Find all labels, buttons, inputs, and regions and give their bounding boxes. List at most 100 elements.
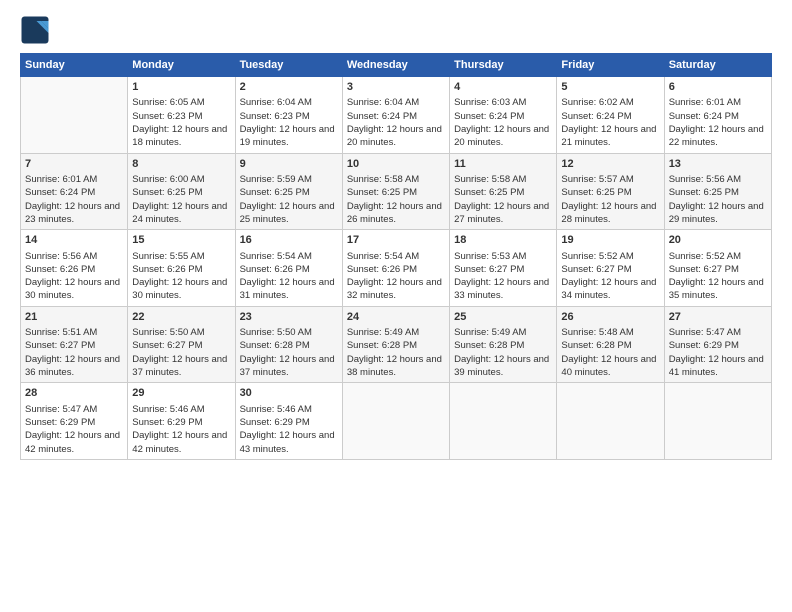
daylight-text: Daylight: 12 hours and 22 minutes. [669, 123, 767, 150]
daylight-text: Daylight: 12 hours and 18 minutes. [132, 123, 230, 150]
day-number: 12 [561, 157, 659, 172]
daylight-text: Daylight: 12 hours and 42 minutes. [25, 429, 123, 456]
sunset-text: Sunset: 6:26 PM [25, 263, 123, 276]
calendar-cell: 21Sunrise: 5:51 AMSunset: 6:27 PMDayligh… [21, 306, 128, 383]
sunset-text: Sunset: 6:29 PM [25, 416, 123, 429]
calendar-cell [21, 77, 128, 154]
day-number: 6 [669, 80, 767, 95]
daylight-text: Daylight: 12 hours and 36 minutes. [25, 353, 123, 380]
day-number: 22 [132, 310, 230, 325]
sunrise-text: Sunrise: 6:01 AM [669, 96, 767, 109]
calendar-table: SundayMondayTuesdayWednesdayThursdayFrid… [20, 53, 772, 460]
week-row-1: 7Sunrise: 6:01 AMSunset: 6:24 PMDaylight… [21, 153, 772, 230]
calendar-header: SundayMondayTuesdayWednesdayThursdayFrid… [21, 54, 772, 77]
sunset-text: Sunset: 6:28 PM [240, 339, 338, 352]
sunrise-text: Sunrise: 5:50 AM [132, 326, 230, 339]
sunset-text: Sunset: 6:28 PM [454, 339, 552, 352]
calendar-cell: 26Sunrise: 5:48 AMSunset: 6:28 PMDayligh… [557, 306, 664, 383]
sunrise-text: Sunrise: 5:58 AM [347, 173, 445, 186]
day-number: 20 [669, 233, 767, 248]
daylight-text: Daylight: 12 hours and 39 minutes. [454, 353, 552, 380]
calendar-cell: 7Sunrise: 6:01 AMSunset: 6:24 PMDaylight… [21, 153, 128, 230]
calendar-cell [342, 383, 449, 460]
sunset-text: Sunset: 6:28 PM [347, 339, 445, 352]
daylight-text: Daylight: 12 hours and 20 minutes. [347, 123, 445, 150]
week-row-2: 14Sunrise: 5:56 AMSunset: 6:26 PMDayligh… [21, 230, 772, 307]
daylight-text: Daylight: 12 hours and 41 minutes. [669, 353, 767, 380]
day-header-monday: Monday [128, 54, 235, 77]
day-header-friday: Friday [557, 54, 664, 77]
day-number: 21 [25, 310, 123, 325]
sunrise-text: Sunrise: 5:55 AM [132, 250, 230, 263]
daylight-text: Daylight: 12 hours and 37 minutes. [132, 353, 230, 380]
calendar-cell: 4Sunrise: 6:03 AMSunset: 6:24 PMDaylight… [450, 77, 557, 154]
calendar-cell: 6Sunrise: 6:01 AMSunset: 6:24 PMDaylight… [664, 77, 771, 154]
calendar-cell: 15Sunrise: 5:55 AMSunset: 6:26 PMDayligh… [128, 230, 235, 307]
calendar-cell: 16Sunrise: 5:54 AMSunset: 6:26 PMDayligh… [235, 230, 342, 307]
sunset-text: Sunset: 6:28 PM [561, 339, 659, 352]
sunrise-text: Sunrise: 5:56 AM [25, 250, 123, 263]
daylight-text: Daylight: 12 hours and 21 minutes. [561, 123, 659, 150]
header [20, 15, 772, 45]
sunrise-text: Sunrise: 5:52 AM [669, 250, 767, 263]
daylight-text: Daylight: 12 hours and 19 minutes. [240, 123, 338, 150]
sunrise-text: Sunrise: 6:04 AM [347, 96, 445, 109]
calendar-body: 1Sunrise: 6:05 AMSunset: 6:23 PMDaylight… [21, 77, 772, 460]
sunrise-text: Sunrise: 5:47 AM [669, 326, 767, 339]
day-number: 7 [25, 157, 123, 172]
sunset-text: Sunset: 6:25 PM [240, 186, 338, 199]
sunrise-text: Sunrise: 5:46 AM [132, 403, 230, 416]
page: SundayMondayTuesdayWednesdayThursdayFrid… [0, 0, 792, 612]
sunset-text: Sunset: 6:27 PM [669, 263, 767, 276]
sunrise-text: Sunrise: 5:46 AM [240, 403, 338, 416]
day-number: 2 [240, 80, 338, 95]
day-number: 18 [454, 233, 552, 248]
daylight-text: Daylight: 12 hours and 29 minutes. [669, 200, 767, 227]
sunset-text: Sunset: 6:23 PM [132, 110, 230, 123]
sunset-text: Sunset: 6:24 PM [347, 110, 445, 123]
week-row-0: 1Sunrise: 6:05 AMSunset: 6:23 PMDaylight… [21, 77, 772, 154]
sunrise-text: Sunrise: 5:57 AM [561, 173, 659, 186]
day-number: 3 [347, 80, 445, 95]
calendar-cell: 25Sunrise: 5:49 AMSunset: 6:28 PMDayligh… [450, 306, 557, 383]
calendar-cell: 1Sunrise: 6:05 AMSunset: 6:23 PMDaylight… [128, 77, 235, 154]
daylight-text: Daylight: 12 hours and 37 minutes. [240, 353, 338, 380]
sunset-text: Sunset: 6:24 PM [561, 110, 659, 123]
sunrise-text: Sunrise: 5:48 AM [561, 326, 659, 339]
week-row-3: 21Sunrise: 5:51 AMSunset: 6:27 PMDayligh… [21, 306, 772, 383]
sunrise-text: Sunrise: 5:54 AM [240, 250, 338, 263]
day-number: 14 [25, 233, 123, 248]
calendar-cell: 11Sunrise: 5:58 AMSunset: 6:25 PMDayligh… [450, 153, 557, 230]
daylight-text: Daylight: 12 hours and 38 minutes. [347, 353, 445, 380]
calendar-cell: 9Sunrise: 5:59 AMSunset: 6:25 PMDaylight… [235, 153, 342, 230]
calendar-cell: 10Sunrise: 5:58 AMSunset: 6:25 PMDayligh… [342, 153, 449, 230]
calendar-cell: 22Sunrise: 5:50 AMSunset: 6:27 PMDayligh… [128, 306, 235, 383]
calendar-cell: 28 Sunrise: 5:47 AMSunset: 6:29 PMDayligh… [21, 383, 128, 460]
day-number: 15 [132, 233, 230, 248]
daylight-text: Daylight: 12 hours and 23 minutes. [25, 200, 123, 227]
sunrise-text: Sunrise: 5:47 AM [25, 403, 123, 416]
header-row: SundayMondayTuesdayWednesdayThursdayFrid… [21, 54, 772, 77]
sunrise-text: Sunrise: 5:56 AM [669, 173, 767, 186]
sunrise-text: Sunrise: 5:50 AM [240, 326, 338, 339]
sunrise-text: Sunrise: 6:00 AM [132, 173, 230, 186]
day-number: 13 [669, 157, 767, 172]
day-number: 9 [240, 157, 338, 172]
sunrise-text: Sunrise: 5:54 AM [347, 250, 445, 263]
sunset-text: Sunset: 6:24 PM [669, 110, 767, 123]
daylight-text: Daylight: 12 hours and 24 minutes. [132, 200, 230, 227]
calendar-cell: 2Sunrise: 6:04 AMSunset: 6:23 PMDaylight… [235, 77, 342, 154]
day-header-saturday: Saturday [664, 54, 771, 77]
sunset-text: Sunset: 6:27 PM [454, 263, 552, 276]
day-number: 23 [240, 310, 338, 325]
day-number: 24 [347, 310, 445, 325]
calendar-cell: 17Sunrise: 5:54 AMSunset: 6:26 PMDayligh… [342, 230, 449, 307]
sunrise-text: Sunrise: 5:59 AM [240, 173, 338, 186]
sunset-text: Sunset: 6:23 PM [240, 110, 338, 123]
sunset-text: Sunset: 6:27 PM [561, 263, 659, 276]
daylight-text: Daylight: 12 hours and 40 minutes. [561, 353, 659, 380]
calendar-cell: 23Sunrise: 5:50 AMSunset: 6:28 PMDayligh… [235, 306, 342, 383]
sunset-text: Sunset: 6:26 PM [240, 263, 338, 276]
day-number: 16 [240, 233, 338, 248]
day-number: 28 [25, 386, 123, 401]
